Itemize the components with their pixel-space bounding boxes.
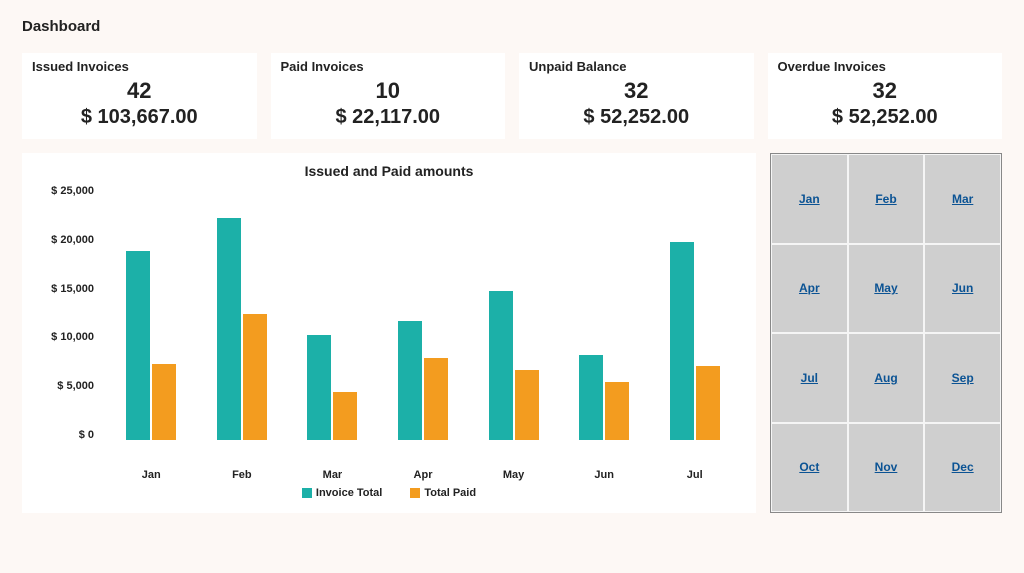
chart-legend: Invoice Total Total Paid — [34, 487, 744, 499]
card-count: 32 — [529, 78, 744, 104]
month-cell: Dec — [924, 423, 1001, 513]
month-cell: Jul — [771, 333, 848, 423]
card-unpaid-balance: Unpaid Balance 32 $ 52,252.00 — [519, 53, 754, 139]
bar-group — [378, 185, 469, 440]
x-tick-label: Jun — [559, 465, 650, 481]
month-link-may[interactable]: May — [874, 281, 897, 295]
month-link-jun[interactable]: Jun — [952, 281, 973, 295]
bar-group — [468, 185, 559, 440]
legend-label: Invoice Total — [316, 487, 382, 499]
month-link-dec[interactable]: Dec — [952, 460, 974, 474]
month-link-oct[interactable]: Oct — [799, 460, 819, 474]
month-link-sep[interactable]: Sep — [952, 371, 974, 385]
chart-plot-area — [102, 185, 744, 441]
month-link-jul[interactable]: Jul — [801, 371, 818, 385]
legend-swatch-icon — [302, 488, 312, 498]
bar-total-paid — [243, 314, 267, 440]
bar-invoice-total — [398, 321, 422, 440]
bar-invoice-total — [579, 355, 603, 440]
card-count: 32 — [778, 78, 993, 104]
chart-x-axis: JanFebMarAprMayJunJul — [102, 465, 744, 481]
bar-total-paid — [605, 382, 629, 440]
legend-swatch-icon — [410, 488, 420, 498]
x-tick-label: May — [468, 465, 559, 481]
bar-total-paid — [424, 358, 448, 440]
card-amount: $ 22,117.00 — [281, 106, 496, 129]
card-amount: $ 52,252.00 — [529, 106, 744, 129]
bar-group — [649, 185, 740, 440]
bar-total-paid — [696, 366, 720, 440]
x-tick-label: Feb — [197, 465, 288, 481]
month-cell: Jan — [771, 154, 848, 244]
legend-item-total-paid: Total Paid — [410, 487, 476, 499]
bar-group — [287, 185, 378, 440]
month-link-mar[interactable]: Mar — [952, 192, 973, 206]
month-link-feb[interactable]: Feb — [875, 192, 896, 206]
month-cell: May — [848, 244, 925, 334]
page-title: Dashboard — [22, 18, 1002, 35]
month-cell: Aug — [848, 333, 925, 423]
card-paid-invoices: Paid Invoices 10 $ 22,117.00 — [271, 53, 506, 139]
y-tick-label: $ 20,000 — [34, 234, 94, 246]
summary-cards: Issued Invoices 42 $ 103,667.00 Paid Inv… — [22, 53, 1002, 139]
month-cell: Jun — [924, 244, 1001, 334]
card-amount: $ 52,252.00 — [778, 106, 993, 129]
bar-total-paid — [333, 392, 357, 440]
y-tick-label: $ 15,000 — [34, 283, 94, 295]
card-label: Paid Invoices — [281, 59, 496, 74]
month-cell: Sep — [924, 333, 1001, 423]
card-count: 10 — [281, 78, 496, 104]
legend-label: Total Paid — [424, 487, 476, 499]
month-cell: Oct — [771, 423, 848, 513]
bar-invoice-total — [307, 335, 331, 440]
card-count: 42 — [32, 78, 247, 104]
month-cell: Nov — [848, 423, 925, 513]
bar-group — [106, 185, 197, 440]
card-label: Unpaid Balance — [529, 59, 744, 74]
bar-total-paid — [152, 364, 176, 440]
month-link-apr[interactable]: Apr — [799, 281, 820, 295]
y-tick-label: $ 5,000 — [34, 380, 94, 392]
chart-panel: Issued and Paid amounts $ 25,000 $ 20,000… — [22, 153, 756, 513]
chart-y-axis: $ 25,000 $ 20,000 $ 15,000 $ 10,000 $ 5,000 $… — [34, 185, 102, 441]
month-link-jan[interactable]: Jan — [799, 192, 820, 206]
card-label: Overdue Invoices — [778, 59, 993, 74]
bar-group — [197, 185, 288, 440]
month-link-aug[interactable]: Aug — [874, 371, 897, 385]
x-tick-label: Jan — [106, 465, 197, 481]
month-filter-grid: Jan Feb Mar Apr May Jun Jul Aug Sep Oct Nov Dec — [770, 153, 1002, 513]
month-cell: Feb — [848, 154, 925, 244]
card-amount: $ 103,667.00 — [32, 106, 247, 129]
month-cell: Mar — [924, 154, 1001, 244]
legend-item-invoice-total: Invoice Total — [302, 487, 382, 499]
y-tick-label: $ 10,000 — [34, 331, 94, 343]
month-link-nov[interactable]: Nov — [875, 460, 898, 474]
y-tick-label: $ 25,000 — [34, 185, 94, 197]
x-tick-label: Mar — [287, 465, 378, 481]
card-issued-invoices: Issued Invoices 42 $ 103,667.00 — [22, 53, 257, 139]
card-label: Issued Invoices — [32, 59, 247, 74]
x-tick-label: Apr — [378, 465, 469, 481]
x-tick-label: Jul — [649, 465, 740, 481]
y-tick-label: $ 0 — [34, 429, 94, 441]
month-cell: Apr — [771, 244, 848, 334]
bar-invoice-total — [126, 251, 150, 440]
bar-total-paid — [515, 370, 539, 440]
chart-title: Issued and Paid amounts — [34, 163, 744, 179]
bar-invoice-total — [670, 242, 694, 440]
bar-group — [559, 185, 650, 440]
bar-invoice-total — [217, 218, 241, 440]
bar-invoice-total — [489, 291, 513, 441]
card-overdue-invoices: Overdue Invoices 32 $ 52,252.00 — [768, 53, 1003, 139]
